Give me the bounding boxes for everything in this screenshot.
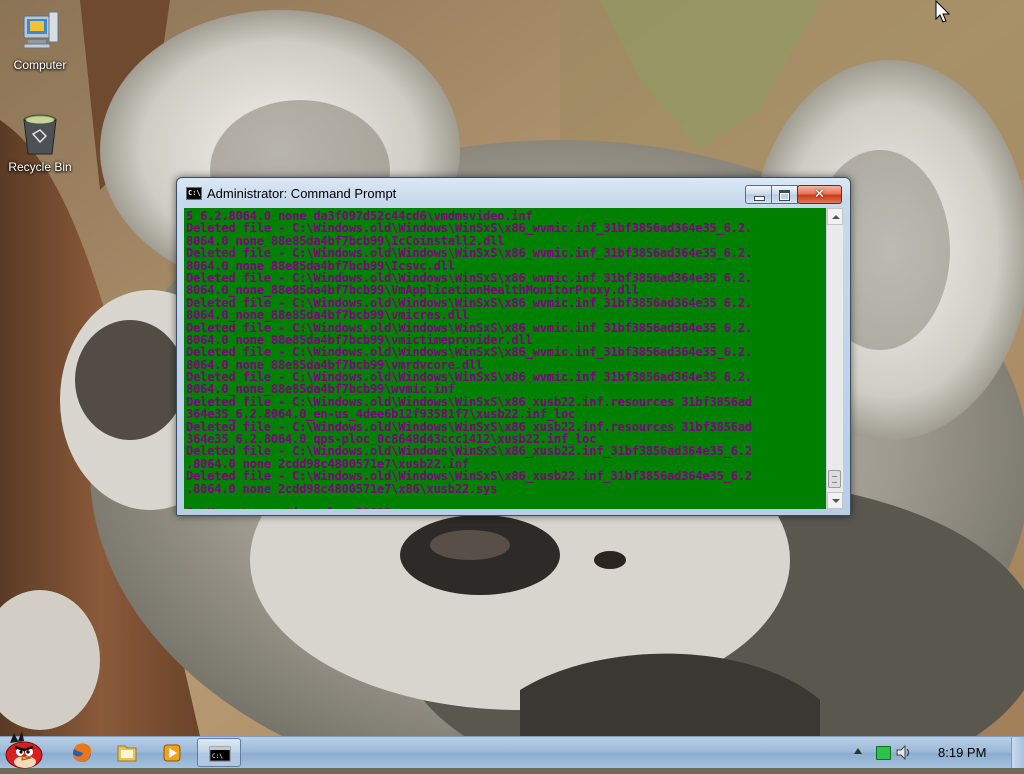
scroll-down-arrow-icon[interactable] <box>827 492 843 509</box>
system-tray: 8:19 PM <box>854 737 1024 768</box>
scroll-thumb[interactable] <box>828 470 841 488</box>
angry-bird-start-icon <box>5 731 43 769</box>
console-line: 8064.0_none_88e85da4bf7bcb99\IcCoinstall… <box>186 234 505 248</box>
console-output[interactable]: 5_6.2.8064.0_none_da3f097d52c44cd6\vmdms… <box>184 208 826 509</box>
console-line: Deleted file - C:\Windows.old\Windows\Wi… <box>186 296 752 310</box>
console-line: Deleted file - C:\Windows.old\Windows\Wi… <box>186 346 752 359</box>
close-button[interactable]: ✕ <box>797 185 842 204</box>
vertical-scrollbar[interactable] <box>826 208 843 509</box>
desktop-icon-computer[interactable]: Computer <box>0 8 80 72</box>
console-line: 364e35_6.2.8064.0_en-us_4dee6b12f93581f7… <box>186 408 576 421</box>
console-line: Deleted file - C:\Windows.old\Windows\Wi… <box>186 321 752 334</box>
taskbar-media-player-button[interactable] <box>150 738 194 767</box>
taskbar: C:\ 8:19 PM <box>0 731 1024 769</box>
network-icon[interactable] <box>876 746 891 760</box>
console-line: Deleted file - C:\Windows.old\Windows\Wi… <box>186 470 752 483</box>
console-text: 5_6.2.8064.0_none_da3f097d52c44cd6\vmdms… <box>186 210 826 509</box>
console-line: Deleted file - C:\Windows.old\Windows\Wi… <box>186 271 752 285</box>
taskbar-command-prompt-button[interactable]: C:\ <box>197 738 241 767</box>
start-button[interactable] <box>0 729 54 769</box>
mouse-cursor-icon <box>935 0 951 23</box>
folder-icon <box>117 745 137 762</box>
console-line: 8064.0_none_88e85da4bf7bcb99\vmrdvcore.d… <box>186 358 484 372</box>
command-prompt-icon: C:\ <box>209 746 231 762</box>
console-line: Deleted file - C:\Windows.old\Windows\Wi… <box>186 395 752 409</box>
desktop-icon-label: Computer <box>13 58 67 72</box>
show-desktop-button[interactable] <box>1011 737 1024 768</box>
window-title: Administrator: Command Prompt <box>207 186 397 201</box>
window-title-bar[interactable]: C:\ Administrator: Command Prompt ✕ <box>177 178 850 208</box>
console-line: Deleted file - C:\Windows.old\Windows\Wi… <box>186 247 752 260</box>
maximize-button[interactable] <box>771 185 798 204</box>
console-line: 364e35_6.2.8064.0_qps-ploc_0c8648d43ccc1… <box>186 433 597 446</box>
taskbar-firefox-button[interactable] <box>60 738 104 767</box>
console-line: Deleted file - C:\Windows.old\Windows\Wi… <box>186 445 752 458</box>
console-line: .8064.0_none_2cdd98c4800571e7\x86\xusb22… <box>186 482 498 495</box>
console-line: .8064.0_none_2cdd98c4800571e7\xusb22.inf <box>186 457 469 471</box>
command-prompt-window[interactable]: C:\ Administrator: Command Prompt ✕ 5_6.… <box>176 177 851 516</box>
console-line: 8064.0_none_88e85da4bf7bcb99\vmicres.dll <box>186 309 469 322</box>
console-line: 5_6.2.8064.0_none_da3f097d52c44cd6\vmdms… <box>186 210 533 223</box>
volume-icon[interactable] <box>896 744 912 761</box>
console-line: 8064.0_none_88e85da4bf7bcb99\Icsvc.dll <box>186 259 455 272</box>
close-icon: ✕ <box>814 187 825 202</box>
taskbar-explorer-button[interactable] <box>105 738 149 767</box>
media-player-icon <box>163 744 181 762</box>
console-line: C:\Users\crosstimecolors79093> <box>186 507 826 509</box>
taskbar-clock[interactable]: 8:19 PM <box>938 745 986 760</box>
desktop-icon-label: Recycle Bin <box>8 160 72 174</box>
scroll-up-arrow-icon[interactable] <box>827 208 843 225</box>
console-line: Deleted file - C:\Windows.old\Windows\Wi… <box>186 222 752 235</box>
console-line: Deleted file - C:\Windows.old\Windows\Wi… <box>186 420 752 434</box>
minimize-button[interactable] <box>745 185 772 204</box>
console-line: Deleted file - C:\Windows.old\Windows\Wi… <box>186 371 752 384</box>
svg-text:C:\: C:\ <box>212 753 223 760</box>
firefox-icon <box>73 743 92 762</box>
show-hidden-icons-chevron-icon[interactable] <box>854 748 862 754</box>
console-line: 8064.0_none_88e85da4bf7bcb99\VmApplicati… <box>186 284 639 297</box>
desktop-icon-recycle-bin[interactable]: Recycle Bin <box>0 110 80 174</box>
recycle-bin-icon <box>16 110 64 158</box>
computer-icon <box>16 8 64 56</box>
console-line: 8064.0_none_88e85da4bf7bcb99\wvmic.inf <box>186 383 455 396</box>
command-prompt-icon[interactable]: C:\ <box>186 187 202 200</box>
console-line: 8064.0_none_88e85da4bf7bcb99\vmictimepro… <box>186 333 533 347</box>
